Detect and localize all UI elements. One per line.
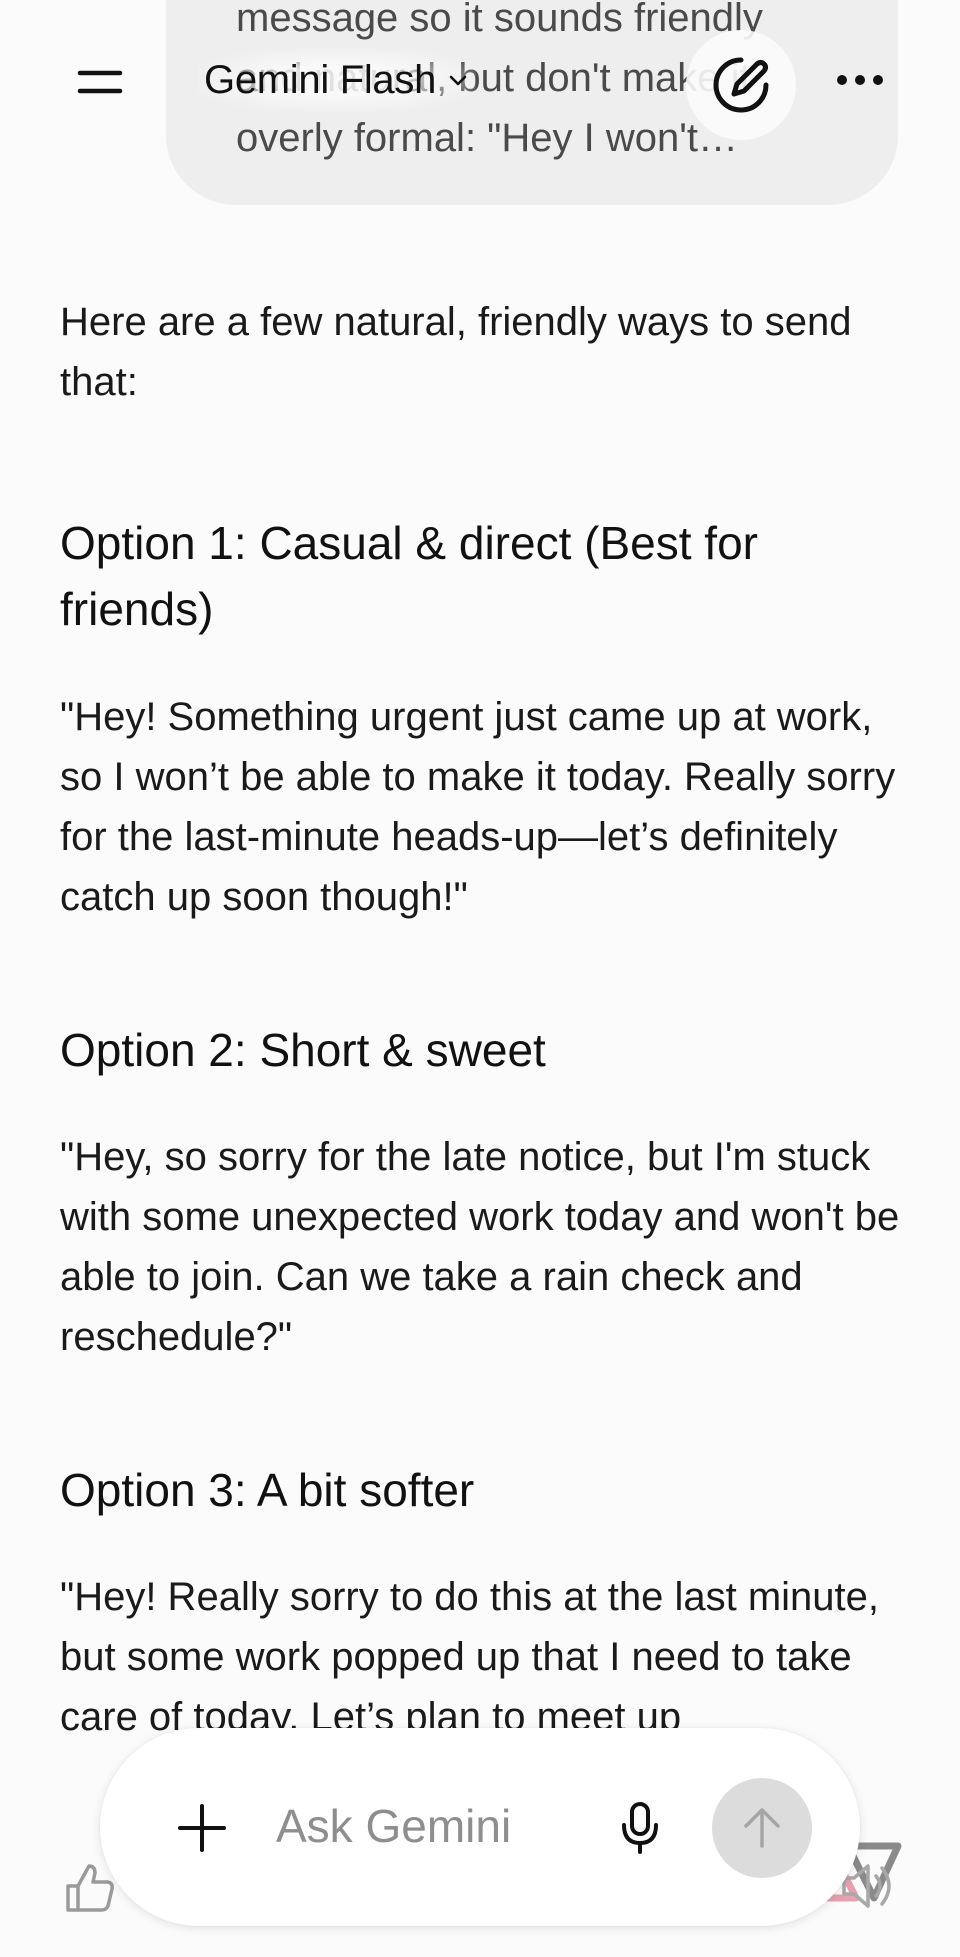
more-horizontal-icon (837, 75, 883, 85)
model-name: Gemini Flash (204, 57, 437, 102)
chevron-down-icon (449, 75, 467, 86)
prompt-composer (100, 1728, 860, 1926)
option-3-text: "Hey! Really sorry to do this at the las… (60, 1575, 879, 1739)
arrow-up-icon (744, 1808, 780, 1848)
send-button[interactable] (712, 1778, 812, 1878)
response-intro: Here are a few natural, friendly ways to… (60, 300, 852, 404)
new-chat-button[interactable] (686, 30, 796, 140)
option-1-text: "Hey! Something urgent just came up at w… (60, 695, 896, 919)
model-selector[interactable]: Gemini Flash (198, 48, 477, 112)
menu-button[interactable] (58, 52, 142, 112)
option-2-text: "Hey, so sorry for the late notice, but … (60, 1135, 900, 1359)
option-2-title: Option 2: Short & sweet (60, 1024, 546, 1076)
more-options-button[interactable] (810, 30, 910, 130)
edit-pen-icon (713, 57, 769, 113)
add-attachment-button[interactable] (170, 1788, 234, 1868)
model-response: Here are a few natural, friendly ways to… (60, 292, 910, 1739)
plus-icon (178, 1804, 226, 1852)
microphone-icon (622, 1802, 658, 1854)
ask-gemini-input[interactable] (276, 1786, 566, 1866)
option-1-title: Option 1: Casual & direct (Best for frie… (60, 517, 758, 635)
option-3-title: Option 3: A bit softer (60, 1464, 475, 1516)
voice-input-button[interactable] (610, 1788, 670, 1868)
hamburger-menu-icon (77, 70, 123, 94)
